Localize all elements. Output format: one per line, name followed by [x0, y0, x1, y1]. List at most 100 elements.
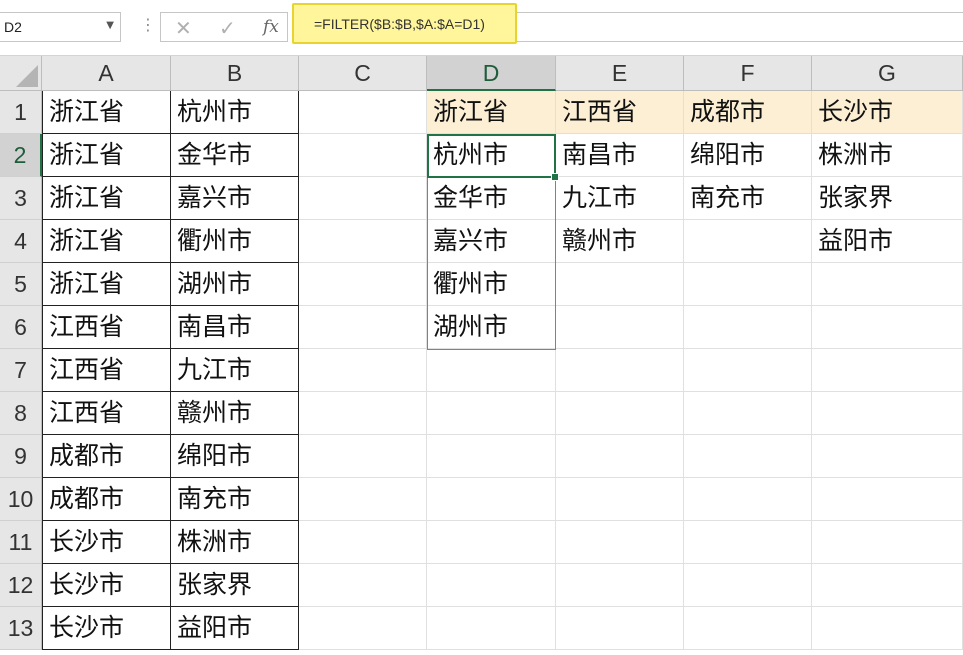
cell-g2[interactable]: 株洲市 — [812, 134, 963, 177]
formula-input-rest[interactable] — [517, 12, 963, 42]
row-header-5[interactable]: 5 — [0, 263, 42, 306]
cell-c9[interactable] — [299, 435, 427, 478]
cell-b8[interactable]: 赣州市 — [171, 392, 299, 435]
cell-c4[interactable] — [299, 220, 427, 263]
cell-f8[interactable] — [684, 392, 812, 435]
cell-c13[interactable] — [299, 607, 427, 650]
cell-e5[interactable] — [556, 263, 684, 306]
row-header-1[interactable]: 1 — [0, 91, 42, 134]
cell-c8[interactable] — [299, 392, 427, 435]
cell-c12[interactable] — [299, 564, 427, 607]
cell-d2[interactable]: 杭州市 — [427, 134, 556, 177]
cell-c3[interactable] — [299, 177, 427, 220]
cell-c1[interactable] — [299, 91, 427, 134]
cell-b10[interactable]: 南充市 — [171, 478, 299, 521]
cell-e8[interactable] — [556, 392, 684, 435]
cell-e13[interactable] — [556, 607, 684, 650]
column-header-e[interactable]: E — [556, 56, 684, 91]
cell-a2[interactable]: 浙江省 — [42, 134, 171, 177]
cell-a9[interactable]: 成都市 — [42, 435, 171, 478]
cell-e2[interactable]: 南昌市 — [556, 134, 684, 177]
cell-d6[interactable]: 湖州市 — [427, 306, 556, 349]
cell-e4[interactable]: 赣州市 — [556, 220, 684, 263]
cell-f9[interactable] — [684, 435, 812, 478]
cell-a4[interactable]: 浙江省 — [42, 220, 171, 263]
cell-d13[interactable] — [427, 607, 556, 650]
cell-g11[interactable] — [812, 521, 963, 564]
cell-f7[interactable] — [684, 349, 812, 392]
cell-a8[interactable]: 江西省 — [42, 392, 171, 435]
column-header-d[interactable]: D — [427, 56, 556, 91]
column-header-g[interactable]: G — [812, 56, 963, 91]
cell-e12[interactable] — [556, 564, 684, 607]
cell-e9[interactable] — [556, 435, 684, 478]
cell-b7[interactable]: 九江市 — [171, 349, 299, 392]
cell-f1[interactable]: 成都市 — [684, 91, 812, 134]
drag-handle-icon[interactable]: ⋮ — [140, 15, 156, 34]
cell-d7[interactable] — [427, 349, 556, 392]
cell-a7[interactable]: 江西省 — [42, 349, 171, 392]
cell-e10[interactable] — [556, 478, 684, 521]
row-header-12[interactable]: 12 — [0, 564, 42, 607]
cell-g9[interactable] — [812, 435, 963, 478]
cell-a5[interactable]: 浙江省 — [42, 263, 171, 306]
cell-g7[interactable] — [812, 349, 963, 392]
cell-a10[interactable]: 成都市 — [42, 478, 171, 521]
cell-f12[interactable] — [684, 564, 812, 607]
cell-g5[interactable] — [812, 263, 963, 306]
select-all-button[interactable] — [0, 56, 42, 91]
cell-g3[interactable]: 张家界 — [812, 177, 963, 220]
cell-f2[interactable]: 绵阳市 — [684, 134, 812, 177]
cell-d8[interactable] — [427, 392, 556, 435]
cell-b13[interactable]: 益阳市 — [171, 607, 299, 650]
cell-b6[interactable]: 南昌市 — [171, 306, 299, 349]
cell-e11[interactable] — [556, 521, 684, 564]
cell-b4[interactable]: 衢州市 — [171, 220, 299, 263]
cancel-icon[interactable]: ✕ — [175, 16, 192, 40]
cell-g8[interactable] — [812, 392, 963, 435]
cell-d12[interactable] — [427, 564, 556, 607]
cell-e1[interactable]: 江西省 — [556, 91, 684, 134]
cell-b3[interactable]: 嘉兴市 — [171, 177, 299, 220]
cell-g1[interactable]: 长沙市 — [812, 91, 963, 134]
cell-c10[interactable] — [299, 478, 427, 521]
cell-a3[interactable]: 浙江省 — [42, 177, 171, 220]
column-header-c[interactable]: C — [299, 56, 427, 91]
cell-f11[interactable] — [684, 521, 812, 564]
column-header-a[interactable]: A — [42, 56, 171, 91]
cell-a11[interactable]: 长沙市 — [42, 521, 171, 564]
cell-a13[interactable]: 长沙市 — [42, 607, 171, 650]
row-header-2[interactable]: 2 — [0, 134, 42, 177]
cell-a1[interactable]: 浙江省 — [42, 91, 171, 134]
cell-f13[interactable] — [684, 607, 812, 650]
row-header-6[interactable]: 6 — [0, 306, 42, 349]
cell-e6[interactable] — [556, 306, 684, 349]
cell-c5[interactable] — [299, 263, 427, 306]
cell-d11[interactable] — [427, 521, 556, 564]
cell-b1[interactable]: 杭州市 — [171, 91, 299, 134]
cell-g12[interactable] — [812, 564, 963, 607]
cell-f4[interactable] — [684, 220, 812, 263]
chevron-down-icon[interactable]: ▼ — [106, 20, 114, 31]
cell-a12[interactable]: 长沙市 — [42, 564, 171, 607]
cell-b9[interactable]: 绵阳市 — [171, 435, 299, 478]
cell-c11[interactable] — [299, 521, 427, 564]
cell-g10[interactable] — [812, 478, 963, 521]
cell-g4[interactable]: 益阳市 — [812, 220, 963, 263]
row-header-10[interactable]: 10 — [0, 478, 42, 521]
cell-d3[interactable]: 金华市 — [427, 177, 556, 220]
cell-b11[interactable]: 株洲市 — [171, 521, 299, 564]
cell-d9[interactable] — [427, 435, 556, 478]
cell-d10[interactable] — [427, 478, 556, 521]
cell-c7[interactable] — [299, 349, 427, 392]
cell-e7[interactable] — [556, 349, 684, 392]
row-header-11[interactable]: 11 — [0, 521, 42, 564]
row-header-7[interactable]: 7 — [0, 349, 42, 392]
cell-b2[interactable]: 金华市 — [171, 134, 299, 177]
cell-f10[interactable] — [684, 478, 812, 521]
cell-f6[interactable] — [684, 306, 812, 349]
row-header-13[interactable]: 13 — [0, 607, 42, 650]
cell-f3[interactable]: 南充市 — [684, 177, 812, 220]
cell-c6[interactable] — [299, 306, 427, 349]
formula-input[interactable]: =FILTER($B:$B,$A:$A=D1) — [292, 3, 517, 44]
